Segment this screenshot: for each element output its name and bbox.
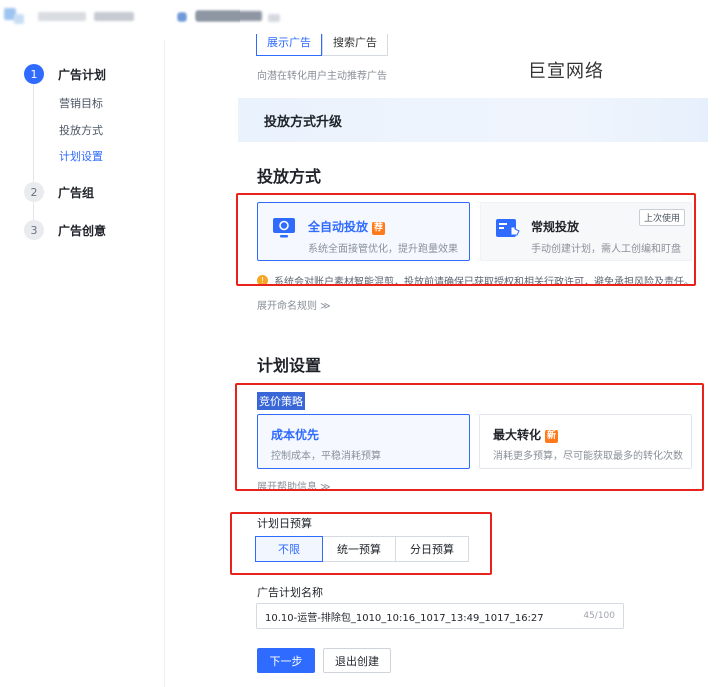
step-ad-creative[interactable]: 3 广告创意: [24, 220, 106, 240]
breadcrumb-blurred: [268, 14, 280, 22]
breadcrumb-blurred: [178, 13, 186, 21]
substep-delivery-method[interactable]: 投放方式: [59, 122, 103, 138]
step-number: 2: [24, 182, 44, 202]
step-connector: [33, 202, 34, 220]
plan-name-counter: 45/100: [583, 611, 615, 621]
next-button[interactable]: 下一步: [257, 648, 315, 673]
expand-naming-rules[interactable]: 展开命名规则 ≫: [257, 297, 331, 312]
step-title: 广告组: [58, 185, 95, 200]
step-connector: [33, 84, 34, 182]
plan-heading: 计划设置: [257, 356, 322, 375]
ad-type-hint: 向潜在转化用户主动推荐广告: [257, 71, 387, 82]
delivery-heading: 投放方式: [257, 167, 322, 186]
exit-button[interactable]: 退出创建: [323, 648, 391, 673]
annotation-box-delivery: [236, 193, 696, 286]
breadcrumb-blurred: [196, 11, 262, 21]
step-number: 3: [24, 220, 44, 240]
substep-plan-settings[interactable]: 计划设置: [59, 148, 103, 164]
step-ad-plan[interactable]: 1 广告计划: [24, 64, 106, 84]
budget-unlimited[interactable]: 不限: [255, 536, 323, 562]
step-title: 广告计划: [58, 67, 107, 82]
plan-name-input[interactable]: 10.10-运营-排除包_1010_10:16_1017_13:49_1017_…: [256, 603, 624, 629]
plan-name-value: 10.10-运营-排除包_1010_10:16_1017_13:49_1017_…: [265, 612, 544, 624]
upgrade-title: 投放方式升级: [264, 114, 343, 130]
annotation-box-bid: [235, 383, 704, 491]
top-bar-overlay: [0, 0, 724, 40]
step-title: 广告创意: [58, 223, 107, 238]
substep-marketing-goal[interactable]: 营销目标: [59, 95, 103, 111]
sidebar-divider: [164, 40, 165, 687]
watermark: 巨宣网络: [528, 61, 604, 82]
step-ad-group[interactable]: 2 广告组: [24, 182, 94, 202]
upgrade-banner: 投放方式升级: [238, 98, 708, 142]
step-number: 1: [24, 64, 44, 84]
plan-name-label: 广告计划名称: [257, 586, 323, 599]
